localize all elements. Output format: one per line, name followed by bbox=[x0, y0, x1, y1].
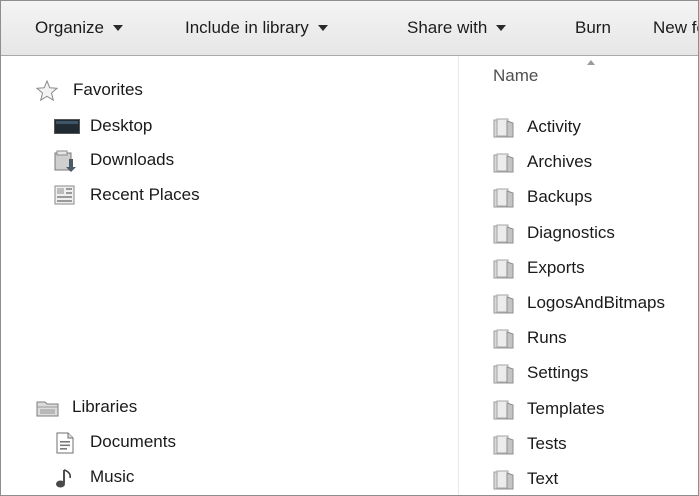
folder-name: Exports bbox=[527, 258, 585, 277]
folder-name: Backups bbox=[527, 187, 593, 206]
folder-name: Runs bbox=[527, 328, 567, 347]
organize-label: Organize bbox=[35, 18, 104, 37]
star-icon bbox=[35, 79, 59, 102]
burn-label: Burn bbox=[575, 18, 611, 37]
folder-name: Settings bbox=[527, 363, 589, 382]
include-in-library-label: Include in library bbox=[185, 18, 309, 37]
folder-name: Tests bbox=[527, 434, 567, 453]
folder-icon bbox=[493, 364, 515, 384]
folder-name: Diagnostics bbox=[527, 223, 615, 242]
folder-icon bbox=[493, 118, 515, 138]
nav-libraries-label: Libraries bbox=[72, 397, 138, 416]
folder-icon bbox=[493, 470, 515, 490]
folder-name: Templates bbox=[527, 399, 605, 418]
column-header-label: Name bbox=[493, 66, 539, 85]
folder-icon bbox=[493, 259, 515, 279]
chevron-down-icon bbox=[496, 24, 507, 31]
nav-item-label: Recent Places bbox=[90, 185, 200, 204]
nav-item-label: Music bbox=[90, 467, 135, 486]
folder-icon bbox=[493, 153, 515, 173]
include-in-library-menu[interactable]: Include in library bbox=[185, 18, 328, 38]
explorer-window: Organize Include in library Share with B… bbox=[0, 0, 699, 496]
command-bar: Organize Include in library Share with B… bbox=[1, 1, 698, 56]
folder-name: Archives bbox=[527, 152, 593, 171]
library-icon bbox=[36, 397, 59, 417]
desktop-icon bbox=[54, 116, 80, 136]
chevron-down-icon bbox=[112, 24, 123, 31]
nav-item-label: Downloads bbox=[90, 150, 175, 169]
folder-name: Activity bbox=[527, 117, 581, 136]
recent-places-icon bbox=[54, 185, 76, 205]
share-with-label: Share with bbox=[407, 18, 488, 37]
folder-icon bbox=[493, 400, 515, 420]
music-icon bbox=[54, 467, 76, 488]
file-list-pane: Name Activity Archives Backups Diagnostics E… bbox=[459, 56, 698, 495]
folder-icon bbox=[493, 294, 515, 314]
folder-icon bbox=[493, 329, 515, 349]
new-folder-button[interactable]: New folder bbox=[653, 18, 698, 38]
downloads-icon bbox=[54, 150, 76, 172]
sort-ascending-icon bbox=[587, 60, 595, 65]
folder-icon bbox=[493, 188, 515, 208]
nav-item-label: Desktop bbox=[90, 116, 153, 135]
documents-icon bbox=[54, 432, 76, 454]
share-with-menu[interactable]: Share with bbox=[407, 18, 507, 38]
folder-icon bbox=[493, 224, 515, 244]
new-folder-label: New folder bbox=[653, 18, 698, 37]
column-header-name[interactable]: Name bbox=[493, 66, 538, 86]
nav-item-label: Documents bbox=[90, 432, 176, 451]
folder-name: Text bbox=[527, 469, 559, 488]
folder-icon bbox=[493, 435, 515, 455]
organize-menu[interactable]: Organize bbox=[35, 18, 123, 38]
folder-name: LogosAndBitmaps bbox=[527, 293, 665, 312]
navigation-pane: Favorites Desktop Downloads Recent Place… bbox=[1, 56, 458, 495]
burn-button[interactable]: Burn bbox=[575, 18, 611, 38]
chevron-down-icon bbox=[317, 24, 328, 31]
nav-favorites-label: Favorites bbox=[73, 80, 143, 99]
